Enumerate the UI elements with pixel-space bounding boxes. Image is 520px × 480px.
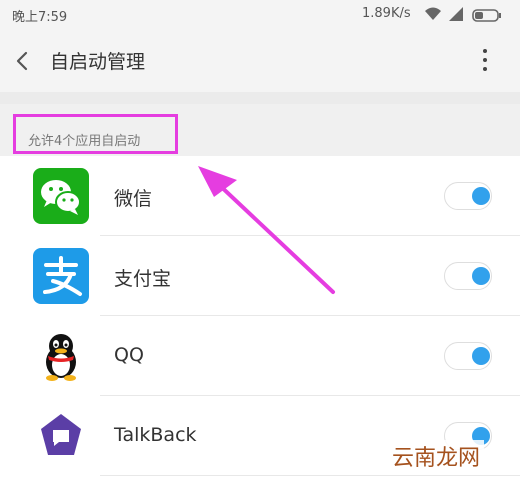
more-vertical-icon bbox=[474, 49, 496, 71]
app-name: QQ bbox=[114, 344, 144, 366]
battery-icon bbox=[472, 9, 501, 22]
highlight-annotation-box bbox=[13, 114, 178, 154]
alipay-icon bbox=[33, 248, 89, 304]
app-name: 支付宝 bbox=[114, 268, 172, 290]
status-bar: 晚上7:59 1.89K/s bbox=[0, 0, 520, 30]
alipay-autostart-toggle[interactable] bbox=[444, 262, 492, 290]
chevron-left-icon bbox=[16, 51, 28, 71]
network-speed: 1.89K/s bbox=[362, 6, 411, 21]
app-row-qq: QQ bbox=[0, 316, 520, 396]
app-name: TalkBack bbox=[114, 424, 197, 446]
signal-icon bbox=[449, 7, 463, 21]
qq-icon bbox=[33, 328, 89, 384]
autostart-app-list: 微信 支付宝 QQ TalkBack bbox=[0, 156, 520, 476]
talkback-icon bbox=[33, 408, 89, 464]
status-time: 晚上7:59 bbox=[12, 10, 68, 25]
app-bar: 自启动管理 bbox=[0, 30, 520, 92]
wechat-icon bbox=[33, 168, 89, 224]
app-row-wechat: 微信 bbox=[0, 156, 520, 236]
wifi-icon bbox=[425, 7, 441, 20]
app-row-alipay: 支付宝 bbox=[0, 236, 520, 316]
more-options-button[interactable] bbox=[474, 44, 496, 78]
header-divider bbox=[0, 92, 520, 104]
back-button[interactable] bbox=[10, 45, 38, 77]
app-name: 微信 bbox=[114, 188, 153, 210]
wechat-autostart-toggle[interactable] bbox=[444, 182, 492, 210]
page-title: 自启动管理 bbox=[50, 51, 146, 73]
qq-autostart-toggle[interactable] bbox=[444, 342, 492, 370]
watermark-logo: 云南龙网 bbox=[388, 440, 485, 472]
